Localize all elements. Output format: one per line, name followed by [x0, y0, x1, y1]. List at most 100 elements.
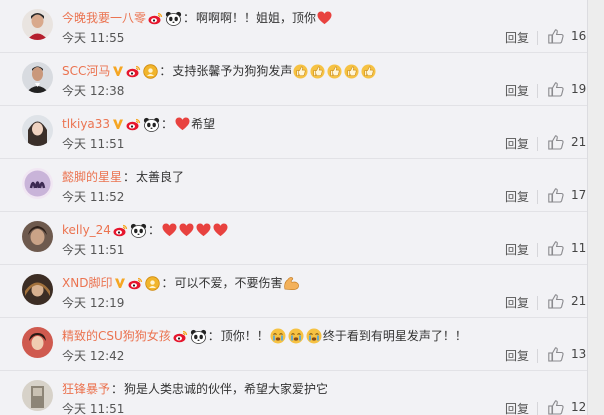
like-button[interactable]: 19 — [548, 82, 586, 97]
comment-line: 懿脚的星星：太善良了 — [62, 168, 184, 186]
gold-medal-badge-icon[interactable] — [145, 275, 161, 291]
avatar[interactable] — [22, 168, 53, 199]
username-link[interactable]: 懿脚的星星 — [62, 168, 122, 186]
like-button[interactable]: 21 — [548, 294, 586, 309]
action-divider — [537, 190, 538, 204]
like-count: 16 — [571, 29, 587, 43]
weibo-logo-badge-icon[interactable] — [126, 118, 141, 131]
like-button[interactable]: 21 — [548, 135, 586, 150]
thumbs-up-icon — [344, 63, 359, 79]
avatar[interactable] — [22, 380, 53, 411]
colon-separator: ： — [207, 329, 220, 343]
comment-item: 狂锋暴予：狗是人类忠诚的伙伴，希望大家爱护它 今天 11:51 回复 12 — [0, 371, 587, 415]
like-button[interactable]: 16 — [548, 29, 586, 44]
thumbs-up-icon — [361, 63, 376, 79]
weibo-logo-badge-icon[interactable] — [113, 224, 128, 237]
like-count: 12 — [571, 400, 587, 414]
comment-line: 精致的CSU狗狗女孩 ：顶你！！ 终于看到有明星发声了！！ — [62, 327, 467, 345]
weibo-logo-badge-icon[interactable] — [173, 330, 188, 343]
thumbs-up-icon — [310, 63, 325, 79]
comment-timestamp: 今天 11:51 — [62, 137, 125, 151]
panda-badge-icon[interactable] — [165, 11, 182, 26]
panda-badge-icon[interactable] — [190, 329, 207, 344]
v-badge-icon[interactable] — [112, 65, 124, 77]
heart-icon — [213, 223, 228, 237]
comment-timestamp: 今天 11:51 — [62, 243, 125, 257]
reply-button[interactable]: 回复 — [505, 402, 529, 415]
panda-badge-icon[interactable] — [143, 117, 160, 132]
avatar[interactable] — [22, 327, 53, 358]
comment-timestamp: 今天 12:42 — [62, 349, 125, 363]
reply-button[interactable]: 回复 — [505, 243, 529, 258]
colon-separator: ： — [147, 223, 160, 237]
action-divider — [537, 296, 538, 310]
heart-icon — [196, 223, 211, 237]
reply-button[interactable]: 回复 — [505, 190, 529, 205]
comment-text: 太善良了 — [136, 170, 185, 184]
username-link[interactable]: 今晚我要一八零 — [62, 9, 146, 27]
thumbs-up-like-icon — [548, 29, 564, 44]
username-link[interactable]: tlkiya33 — [62, 115, 110, 133]
avatar[interactable] — [22, 274, 53, 305]
comment-item: SCC河马 ：支持张馨予为狗狗发声今天 12:38 回复 19 — [0, 53, 587, 106]
comment-text: 啊啊啊！！姐姐，顶你 — [196, 11, 317, 25]
thumbs-up-like-icon — [548, 188, 564, 203]
gold-medal-badge-icon[interactable] — [143, 63, 159, 79]
v-badge-icon[interactable] — [112, 118, 124, 130]
comment-line: XND脚印 ：可以不爱，不要伤害 — [62, 274, 301, 292]
comment-timestamp: 今天 12:19 — [62, 296, 125, 310]
username-link[interactable]: 精致的CSU狗狗女孩 — [62, 327, 171, 345]
reply-button[interactable]: 回复 — [505, 137, 529, 152]
colon-separator: ： — [123, 170, 136, 184]
avatar[interactable] — [22, 221, 53, 252]
reply-button[interactable]: 回复 — [505, 84, 529, 99]
avatar[interactable] — [22, 62, 53, 93]
comment-timestamp: 今天 11:51 — [62, 402, 125, 415]
reply-button[interactable]: 回复 — [505, 349, 529, 364]
username-link[interactable]: kelly_24 — [62, 221, 111, 239]
weibo-logo-badge-icon[interactable] — [148, 12, 163, 25]
thumbs-up-like-icon — [548, 82, 564, 97]
action-divider — [537, 84, 538, 98]
action-divider — [537, 402, 538, 415]
comment-timestamp: 今天 11:52 — [62, 190, 125, 204]
like-button[interactable]: 11 — [548, 241, 586, 256]
heart-icon — [162, 223, 177, 237]
action-divider — [537, 243, 538, 257]
strong-arm-icon — [283, 276, 300, 291]
username-link[interactable]: 狂锋暴予 — [62, 380, 110, 398]
like-button[interactable]: 12 — [548, 400, 586, 415]
reply-button[interactable]: 回复 — [505, 296, 529, 311]
comment-line: 今晚我要一八零 ：啊啊啊！！姐姐，顶你 — [62, 9, 333, 27]
v-badge-icon[interactable] — [114, 277, 126, 289]
thumbs-up-like-icon — [548, 135, 564, 150]
username-link[interactable]: XND脚印 — [62, 274, 112, 292]
action-divider — [537, 31, 538, 45]
avatar[interactable] — [22, 115, 53, 146]
username-link[interactable]: SCC河马 — [62, 62, 110, 80]
avatar[interactable] — [22, 9, 53, 40]
comment-timestamp: 今天 12:38 — [62, 84, 125, 98]
like-count: 21 — [571, 135, 587, 149]
colon-separator: ： — [183, 11, 196, 25]
comment-line: SCC河马 ：支持张馨予为狗狗发声 — [62, 62, 377, 80]
like-button[interactable]: 17 — [548, 188, 586, 203]
comment-line: kelly_24 ： — [62, 221, 229, 239]
weibo-logo-badge-icon[interactable] — [126, 65, 141, 78]
like-button[interactable]: 13 — [548, 347, 586, 362]
like-count: 21 — [571, 294, 587, 308]
comment-item: tlkiya33 ： 希望 今天 11:51 回复 21 — [0, 106, 587, 159]
thumbs-up-like-icon — [548, 347, 564, 362]
comment-text: 狗是人类忠诚的伙伴，希望大家爱护它 — [124, 382, 329, 396]
reply-button[interactable]: 回复 — [505, 31, 529, 46]
action-divider — [537, 137, 538, 151]
crying-face-icon — [270, 328, 286, 344]
weibo-logo-badge-icon[interactable] — [128, 277, 143, 290]
crying-face-icon — [306, 328, 322, 344]
like-count: 13 — [571, 347, 587, 361]
thumbs-up-icon — [293, 63, 308, 79]
comment-text: 顶你！！ — [220, 329, 269, 343]
comment-text: 希望 — [191, 117, 216, 131]
thumbs-up-like-icon — [548, 400, 564, 415]
panda-badge-icon[interactable] — [130, 223, 147, 238]
